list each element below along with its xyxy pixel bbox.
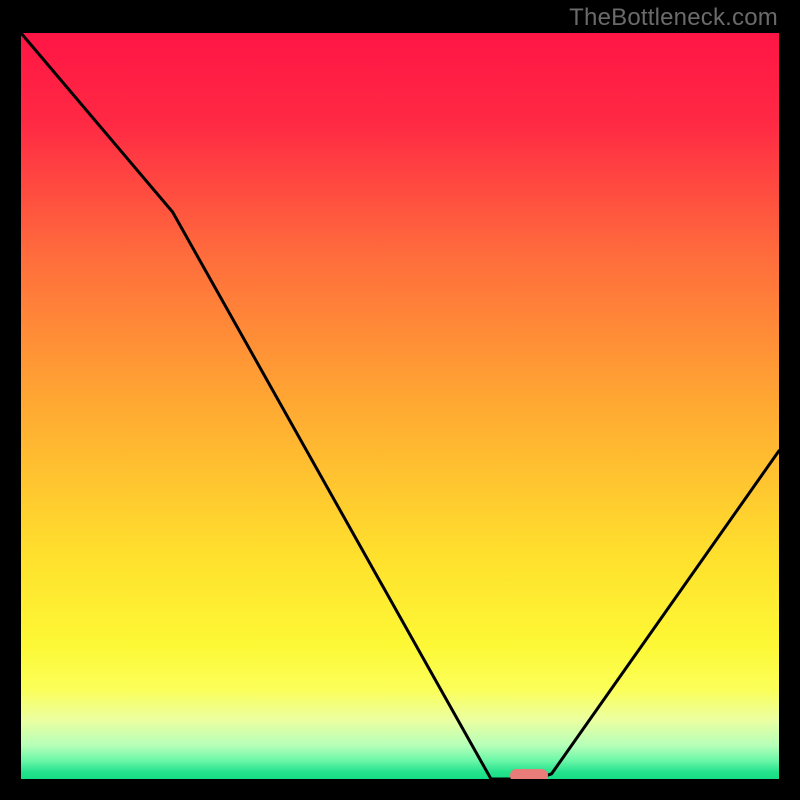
optimal-marker <box>510 769 548 779</box>
plot-area <box>21 33 779 779</box>
chart-frame <box>21 33 779 779</box>
watermark-text: TheBottleneck.com <box>569 4 778 32</box>
bottleneck-curve <box>21 33 779 779</box>
